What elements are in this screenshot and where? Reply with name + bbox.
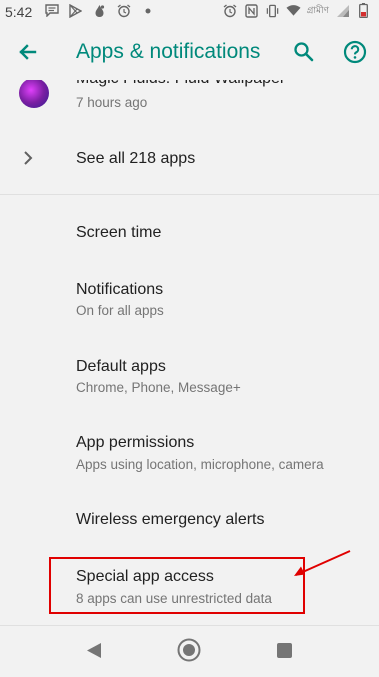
item-title: Wireless emergency alerts	[76, 511, 265, 528]
status-right-icons: গ্রামীণ	[223, 3, 371, 18]
nav-home-icon[interactable]	[177, 638, 201, 667]
item-title: Notifications	[76, 281, 164, 298]
see-all-apps-label: See all 218 apps	[76, 150, 196, 167]
carrier-label: গ্রামীণ	[306, 5, 329, 15]
list-item-default-apps[interactable]: Default apps Chrome, Phone, Message+	[0, 349, 379, 413]
signal-icon	[335, 3, 350, 18]
settings-list: Magic Fluids: Fluid Wallpaper 7 hours ag…	[0, 80, 379, 625]
list-item-wireless-emergency-alerts[interactable]: Wireless emergency alerts	[0, 496, 379, 546]
search-icon[interactable]	[291, 39, 317, 65]
item-subtitle: Chrome, Phone, Message+	[76, 380, 241, 395]
status-bar: 5:42 গ্রামীণ	[0, 0, 379, 24]
back-arrow-icon[interactable]	[14, 38, 42, 66]
recent-app-item[interactable]: Magic Fluids: Fluid Wallpaper 7 hours ag…	[0, 80, 379, 120]
status-left-icons	[44, 3, 155, 18]
status-time: 5:42	[5, 4, 33, 20]
annotation-arrow-icon	[294, 550, 351, 576]
list-item-screen-time[interactable]: Screen time	[0, 208, 379, 258]
item-title: Screen time	[76, 224, 162, 241]
chevron-right-icon	[22, 150, 34, 171]
list-item-app-permissions[interactable]: App permissions Apps using location, mic…	[0, 426, 379, 490]
message-icon	[44, 3, 59, 18]
nav-back-icon[interactable]	[86, 642, 102, 664]
divider	[0, 194, 379, 195]
item-subtitle: Apps using location, microphone, camera	[76, 457, 324, 472]
wifi-icon	[286, 3, 301, 18]
help-icon[interactable]	[342, 39, 368, 65]
list-item-notifications[interactable]: Notifications On for all apps	[0, 272, 379, 336]
see-all-apps-item[interactable]: See all 218 apps	[0, 135, 379, 183]
battery-icon	[356, 3, 371, 18]
annotation-highlight-box	[49, 557, 305, 614]
dot-icon	[140, 3, 155, 18]
recent-app-name: Magic Fluids: Fluid Wallpaper	[76, 80, 285, 88]
recent-app-time: 7 hours ago	[76, 95, 148, 110]
vibrate-icon	[265, 3, 280, 18]
nfc-icon	[244, 3, 259, 18]
item-subtitle: On for all apps	[76, 303, 164, 318]
navigation-bar	[0, 625, 379, 677]
nav-recent-apps-icon[interactable]	[277, 643, 292, 658]
page-title: Apps & notifications	[76, 40, 261, 63]
leaf-icon	[92, 3, 107, 18]
app-icon	[19, 80, 49, 108]
alarm-icon	[116, 3, 131, 18]
play-store-icon	[68, 3, 83, 18]
item-title: App permissions	[76, 434, 195, 451]
item-title: Default apps	[76, 358, 166, 375]
app-bar: Apps & notifications	[0, 24, 379, 80]
alarm-icon	[223, 3, 238, 18]
